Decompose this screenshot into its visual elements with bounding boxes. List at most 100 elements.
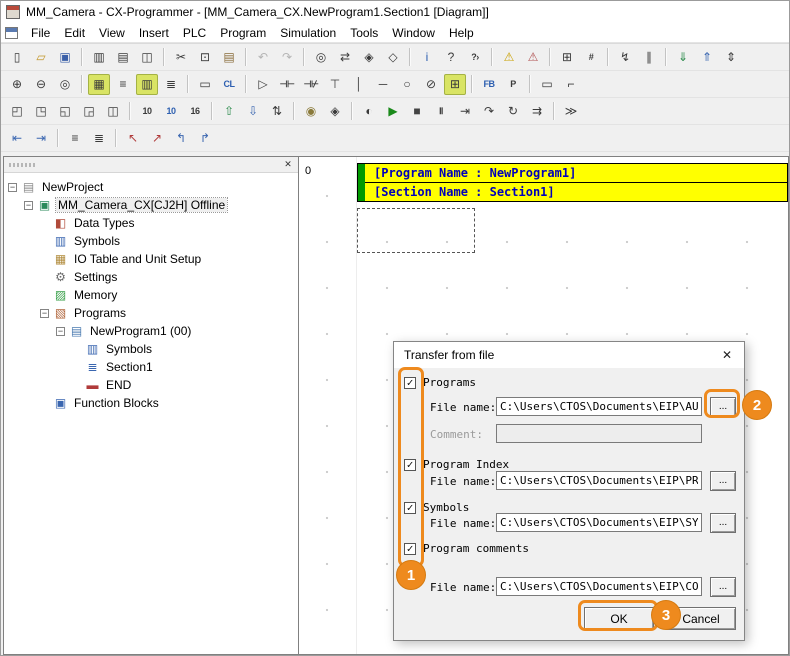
tree-expander-icon[interactable]	[72, 381, 81, 390]
io-comment-icon[interactable]: ⊞	[556, 47, 578, 68]
tree-item-programs[interactable]: − ▧ Programs	[4, 304, 298, 322]
program-index-checkbox-row[interactable]: ✓ Program Index	[404, 458, 509, 471]
tree-item-new-program1[interactable]: − ▤ NewProgram1 (00)	[4, 322, 298, 340]
about-icon[interactable]: i	[416, 47, 438, 68]
menu-simulation[interactable]: Simulation	[273, 24, 343, 42]
menu-plc[interactable]: PLC	[176, 24, 213, 42]
new-coil-icon[interactable]: ○	[396, 74, 418, 95]
symbols-checkbox[interactable]: ✓	[404, 502, 416, 514]
dialog-titlebar[interactable]: Transfer from file ✕	[394, 342, 744, 368]
watch-window-icon[interactable]: ◉	[300, 101, 322, 122]
tree-expander-icon[interactable]	[40, 399, 49, 408]
tree-expander-icon[interactable]	[72, 345, 81, 354]
new-closed-contact-icon[interactable]: ⊣⊬	[300, 74, 322, 95]
menu-program[interactable]: Program	[213, 24, 273, 42]
rung-wrap-icon[interactable]: ≡	[64, 128, 86, 149]
zoom-in-icon[interactable]: ⊕	[6, 74, 28, 95]
panel-close-button[interactable]: ✕	[281, 158, 295, 171]
stop-mode-icon[interactable]: ■	[406, 101, 428, 122]
save-icon[interactable]: ▣	[54, 47, 76, 68]
new-window-icon[interactable]: ◰	[6, 101, 28, 122]
monitor-mode-icon[interactable]: ◐	[358, 101, 380, 122]
clear-all-icon[interactable]: CL	[218, 74, 240, 95]
rung-comment-icon[interactable]: ≡	[112, 74, 134, 95]
tree-item-program-symbols[interactable]: ▥ Symbols	[4, 340, 298, 358]
context-help-icon[interactable]: ?›	[464, 47, 486, 68]
section-name-row[interactable]: [Section Name : Section1]	[357, 182, 788, 202]
tree-expander-icon[interactable]	[40, 255, 49, 264]
programs-checkbox-row[interactable]: ✓ Programs	[404, 376, 476, 389]
force-off-icon[interactable]: ⇩	[242, 101, 264, 122]
symbol-bar-icon[interactable]: ≣	[160, 74, 182, 95]
help-icon[interactable]: ?	[440, 47, 462, 68]
tree-item-section1[interactable]: ≣ Section1	[4, 358, 298, 376]
print-preview-icon[interactable]: ◫	[136, 47, 158, 68]
pause-monitor-icon[interactable]: ∥	[638, 47, 660, 68]
tree-item-memory[interactable]: ▨ Memory	[4, 286, 298, 304]
tree-item-symbols[interactable]: ▥ Symbols	[4, 232, 298, 250]
tree-expander-icon[interactable]: −	[24, 201, 33, 210]
symbols-browse-button[interactable]: ...	[710, 513, 736, 533]
zoom-out-icon[interactable]: ⊖	[30, 74, 52, 95]
program-name-row[interactable]: [Program Name : NewProgram1]	[357, 163, 788, 183]
menu-window[interactable]: Window	[385, 24, 442, 42]
tile-horizontal-icon[interactable]: ◱	[54, 101, 76, 122]
menu-insert[interactable]: Insert	[132, 24, 176, 42]
program-comments-file-input[interactable]	[496, 577, 702, 596]
print-icon[interactable]: ▤	[112, 47, 134, 68]
continuous-step-icon[interactable]: ↻	[502, 101, 524, 122]
hex-display-icon[interactable]: 16	[184, 101, 206, 122]
change-all-icon[interactable]: ◇	[382, 47, 404, 68]
program-comments-checkbox[interactable]: ✓	[404, 543, 416, 555]
menu-tools[interactable]: Tools	[343, 24, 385, 42]
download-icon[interactable]: ⇓	[672, 47, 694, 68]
cell-selection-rect[interactable]	[357, 208, 475, 253]
indent-icon[interactable]: ⇥	[30, 128, 52, 149]
tree-expander-icon[interactable]	[40, 273, 49, 282]
program-comments-checkbox-row[interactable]: ✓ Program comments	[404, 542, 529, 555]
work-online-icon[interactable]: ↯	[614, 47, 636, 68]
scan-run-icon[interactable]: ⇉	[526, 101, 548, 122]
tree-expander-icon[interactable]: −	[8, 183, 17, 192]
decimal-display-icon[interactable]: 10	[160, 101, 182, 122]
tree-item-plc-device[interactable]: − ▣ MM_Camera_CX[CJ2H] Offline	[4, 196, 298, 214]
tree-expander-icon[interactable]: −	[40, 309, 49, 318]
ok-button[interactable]: OK	[584, 607, 654, 630]
new-file-icon[interactable]: ▯	[6, 47, 28, 68]
differential-monitor-icon[interactable]: ≫	[560, 101, 582, 122]
prev-jump-icon[interactable]: ↰	[170, 128, 192, 149]
cascade-windows-icon[interactable]: ◳	[30, 101, 52, 122]
online-alarm-icon[interactable]: ⚠	[522, 47, 544, 68]
new-closed-coil-icon[interactable]: ⊘	[420, 74, 442, 95]
horizontal-line-icon[interactable]: ─	[372, 74, 394, 95]
network-view-icon[interactable]: #	[580, 47, 602, 68]
vertical-line-icon[interactable]: │	[348, 74, 370, 95]
compare-icon[interactable]: ⇕	[720, 47, 742, 68]
print-setup-icon[interactable]: ▥	[88, 47, 110, 68]
upload-icon[interactable]: ⇑	[696, 47, 718, 68]
menu-view[interactable]: View	[92, 24, 132, 42]
copy-icon[interactable]: ⊡	[194, 47, 216, 68]
program-index-file-input[interactable]	[496, 471, 702, 490]
programs-checkbox[interactable]: ✓	[404, 377, 416, 389]
tree-expander-icon[interactable]	[40, 219, 49, 228]
program-index-checkbox[interactable]: ✓	[404, 459, 416, 471]
program-comments-browse-button[interactable]: ...	[710, 577, 736, 597]
cut-icon[interactable]: ✂	[170, 47, 192, 68]
find-address-icon[interactable]: ◈	[358, 47, 380, 68]
redo-icon[interactable]: ↷	[276, 47, 298, 68]
symbols-file-input[interactable]	[496, 513, 702, 532]
function-block-icon[interactable]: FB	[478, 74, 500, 95]
tree-expander-icon[interactable]: −	[56, 327, 65, 336]
paste-icon[interactable]: ▤	[218, 47, 240, 68]
next-jump-icon[interactable]: ↱	[194, 128, 216, 149]
monitor-data-icon[interactable]: ▥	[136, 74, 158, 95]
tree-item-end[interactable]: ▬ END	[4, 376, 298, 394]
dialog-close-icon[interactable]: ✕	[710, 342, 744, 368]
comment-box-icon[interactable]: ▭	[536, 74, 558, 95]
programs-browse-button[interactable]: ...	[710, 397, 736, 417]
tree-item-settings[interactable]: ⚙ Settings	[4, 268, 298, 286]
tree-item-new-project[interactable]: − ▤ NewProject	[4, 178, 298, 196]
menu-file[interactable]: File	[24, 24, 57, 42]
bracket-icon[interactable]: ⌐	[560, 74, 582, 95]
